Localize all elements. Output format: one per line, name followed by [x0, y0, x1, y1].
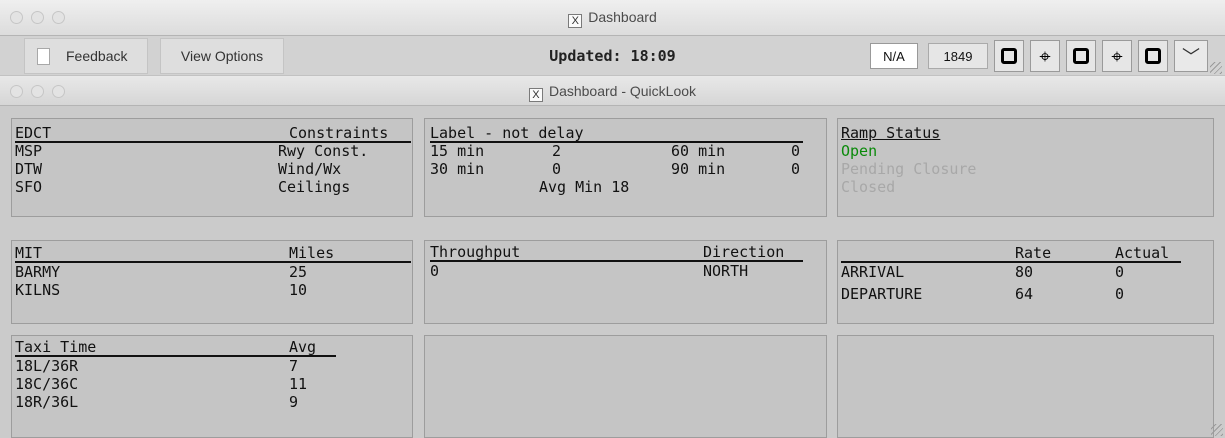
dropdown-button[interactable]: ﹀ [1174, 40, 1208, 72]
document-icon [37, 47, 50, 65]
mit-fix: KILNS [15, 281, 61, 299]
delay-value: 0 [791, 142, 801, 160]
taxi-runway: 18R/36L [15, 393, 79, 411]
quicklook-titlebar[interactable]: X Dashboard - QuickLook [0, 75, 1225, 106]
delay-bucket: 30 min [430, 160, 485, 178]
edct-constraint: Wind/Wx [278, 160, 342, 178]
edct-constraint: Ceilings [278, 178, 351, 196]
throughput-header: Throughput [430, 243, 521, 261]
throughput-panel: Throughput Direction 0 NORTH [424, 240, 827, 324]
crosshair-icon: ⌖ [1039, 44, 1051, 68]
rate-value: 80 [1015, 263, 1034, 281]
target-button-1[interactable]: ⌖ [1030, 40, 1060, 72]
mit-miles: 10 [289, 281, 308, 299]
throughput-direction: NORTH [703, 262, 749, 280]
resize-grip-icon[interactable] [1211, 424, 1223, 436]
mit-miles: 25 [289, 263, 308, 281]
taxi-avg: 9 [289, 393, 299, 411]
rate-header: Rate [1015, 244, 1052, 262]
mit-fix: BARMY [15, 263, 61, 281]
constraints-header: Constraints [289, 124, 389, 142]
window-titlebar[interactable]: X Dashboard [0, 0, 1225, 36]
na-field[interactable]: N/A [870, 43, 918, 69]
header-rule [430, 141, 803, 143]
edct-panel: EDCT Constraints MSP Rwy Const. DTW Wind… [11, 118, 413, 217]
edct-constraint: Rwy Const. [278, 142, 369, 160]
taxi-runway: 18L/36R [15, 357, 79, 375]
actual-value: 0 [1115, 285, 1125, 303]
view-options-label: View Options [180, 48, 264, 64]
edct-header: EDCT [15, 124, 52, 142]
label-delay-header: Label - not delay [430, 124, 584, 142]
miles-header: Miles [289, 244, 335, 262]
x11-icon: X [568, 14, 583, 28]
view-options-button[interactable]: View Options [160, 38, 284, 74]
toolbar: Feedback View Options Updated: 18:09 N/A… [0, 36, 1225, 75]
count-display: 1849 [928, 43, 988, 69]
label-delay-panel: Label - not delay 15 min 2 60 min 0 30 m… [424, 118, 827, 217]
square-icon [1001, 48, 1017, 64]
feedback-label: Feedback [66, 48, 128, 64]
square-icon [1145, 48, 1161, 64]
target-button-2[interactable]: ⌖ [1102, 40, 1132, 72]
quicklook-content: EDCT Constraints MSP Rwy Const. DTW Wind… [0, 106, 1225, 438]
delay-bucket: 15 min [430, 142, 485, 160]
direction-header: Direction [703, 243, 785, 261]
taxi-avg: 11 [289, 375, 308, 393]
window-title: Dashboard [588, 9, 657, 25]
delay-bucket: 90 min [671, 160, 726, 178]
empty-panel [424, 335, 827, 438]
rate-kind: DEPARTURE [841, 285, 923, 303]
taxi-time-panel: Taxi Time Avg 18L/36R 7 18C/36C 11 18R/3… [11, 335, 413, 438]
taxi-runway: 18C/36C [15, 375, 79, 393]
rates-panel: Rate Actual ARRIVAL 80 0 DEPARTURE 64 0 [837, 240, 1214, 324]
mit-header: MIT [15, 244, 43, 262]
actual-value: 0 [1115, 263, 1125, 281]
ramp-status-header: Ramp Status [841, 124, 941, 142]
square-button-2[interactable] [1066, 40, 1096, 72]
header-rule [15, 261, 411, 263]
edct-airport: SFO [15, 178, 43, 196]
ramp-closed: Closed [841, 178, 896, 196]
ramp-open: Open [841, 142, 878, 160]
taxi-time-header: Taxi Time [15, 338, 97, 356]
ramp-pending-closure: Pending Closure [841, 160, 977, 178]
edct-airport: MSP [15, 142, 43, 160]
avg-header: Avg [289, 338, 317, 356]
delay-value: 0 [552, 160, 562, 178]
mit-panel: MIT Miles BARMY 25 KILNS 10 [11, 240, 413, 324]
delay-value: 2 [552, 142, 562, 160]
actual-header: Actual [1115, 244, 1170, 262]
x11-icon: X [528, 88, 543, 102]
rate-kind: ARRIVAL [841, 263, 905, 281]
square-button-1[interactable] [994, 40, 1024, 72]
rate-value: 64 [1015, 285, 1034, 303]
square-icon [1073, 48, 1089, 64]
delay-value: 0 [791, 160, 801, 178]
feedback-button[interactable]: Feedback [24, 38, 148, 74]
delay-bucket: 60 min [671, 142, 726, 160]
throughput-value: 0 [430, 262, 440, 280]
resize-grip-icon[interactable] [1210, 62, 1222, 74]
edct-airport: DTW [15, 160, 43, 178]
ramp-status-panel: Ramp Status Open Pending Closure Closed [837, 118, 1214, 217]
empty-panel [837, 335, 1214, 438]
avg-min: Avg Min 18 [539, 178, 630, 196]
crosshair-icon: ⌖ [1111, 44, 1123, 68]
quicklook-title: Dashboard - QuickLook [548, 83, 697, 99]
square-button-3[interactable] [1138, 40, 1168, 72]
taxi-avg: 7 [289, 357, 299, 375]
chevron-down-icon: ﹀ [1182, 47, 1200, 68]
